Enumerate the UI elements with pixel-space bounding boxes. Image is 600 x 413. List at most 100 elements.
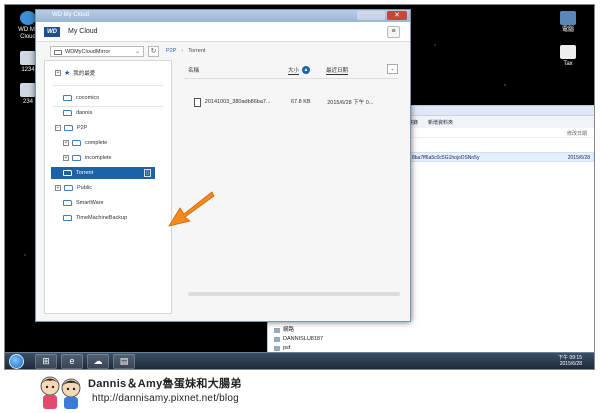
clock-date: 2015/6/28 (559, 361, 582, 367)
chevron-right-icon: › (181, 48, 184, 54)
wd-logo: WD (44, 27, 60, 37)
folder-icon (72, 140, 81, 146)
blog-url[interactable]: http://dannisamy.pixnet.net/blog (92, 393, 239, 404)
new-folder-menu[interactable]: 新增資料夾 (428, 119, 453, 128)
file-list-pane: 名稱 大小 ▲ 最近日期 ⌄ 20141003_380adb86ba7... 6… (180, 60, 406, 314)
taskbar-wdcloud-button[interactable]: ☁ (87, 354, 109, 369)
device-select[interactable]: WDMyCloudMirror ⌄ (50, 46, 144, 57)
minimize-maximize-buttons[interactable] (357, 11, 385, 20)
file-icon (194, 97, 201, 107)
sidebar-item-timemachinebackup[interactable]: TimeMachineBackup (45, 212, 171, 224)
column-header-name[interactable]: 名稱 (188, 64, 199, 76)
navigation-bar: WDMyCloudMirror ⌄ ↻ P2P › Torrent (36, 42, 410, 60)
sidebar-item-label: P2P (77, 125, 88, 131)
app-body: + ★ 我的最愛 cocomico dannis − P2P + complet… (36, 60, 410, 322)
folder-icon (72, 155, 81, 161)
sidebar-item-smartware[interactable]: SmartWare (45, 197, 171, 209)
breadcrumb-torrent: Torrent (188, 48, 206, 54)
sidebar-item-label: cocomico (76, 95, 100, 101)
sidebar-item-favorites[interactable]: + ★ 我的最愛 (45, 67, 171, 79)
file-icon (560, 45, 576, 59)
breadcrumb: P2P › Torrent (166, 48, 205, 54)
collapse-toggle[interactable]: − (55, 125, 61, 131)
device-name: WDMyCloudMirror (65, 49, 111, 55)
taskbar-ie-button[interactable]: e (61, 354, 83, 369)
tree-item-host[interactable]: DANNISLU8187 (274, 335, 323, 344)
tree-item-network[interactable]: 網路 (274, 326, 323, 335)
sidebar-item-complete[interactable]: + complete (45, 137, 171, 149)
hamburger-menu-button[interactable]: ≡ (387, 26, 400, 38)
taskbar: ⊞ e ☁ ▤ 下午 09:15 2015/6/28 (5, 352, 594, 369)
wd-cloud-icon (20, 11, 36, 25)
explorer-file-date: 2015/6/28 (567, 155, 590, 161)
wd-mycloud-window[interactable]: WD My Cloud ✕ WD My Cloud ≡ WDMyCloudMir… (35, 9, 411, 322)
taskbar-folder-button[interactable]: ▤ (113, 354, 135, 369)
sort-up-icon: ▲ (302, 66, 311, 74)
column-header-label: 名稱 (188, 68, 200, 74)
blog-caption: Dannis＆Amy魯蛋妹和大腸弟 http://dannisamy.pixne… (0, 371, 600, 413)
tree-item-label: DANNISLU8187 (283, 336, 324, 342)
drive-icon (20, 51, 36, 65)
file-size: 67.8 KB (290, 99, 311, 105)
sidebar-item-label: complete (85, 140, 108, 146)
column-header-modified[interactable]: 最近日期 (326, 64, 349, 76)
column-header-label: 大小 (288, 67, 300, 75)
column-header-size[interactable]: 大小 ▲ (288, 64, 311, 76)
breadcrumb-p2p[interactable]: P2P (166, 48, 176, 54)
expand-toggle[interactable]: + (55, 185, 61, 191)
trash-icon[interactable]: ▯ (144, 169, 151, 177)
window-title: WD My Cloud (52, 12, 90, 18)
system-clock[interactable]: 下午 09:15 2015/6/28 (558, 355, 582, 367)
folder-icon (63, 200, 72, 206)
desktop-icon-computer[interactable]: 電腦 (551, 11, 585, 34)
desktop-icon-label: 1234 (21, 67, 35, 73)
explorer-file-name: 8ba7ff6a5c0c5G1hojoDSNn5y (412, 155, 480, 161)
explorer-tree: 網路 DANNISLU8187 psf (274, 326, 323, 353)
tree-item-label: 網路 (283, 327, 295, 333)
computer-icon (274, 337, 280, 342)
sidebar-item-dannis[interactable]: dannis (45, 107, 171, 119)
desktop-icon-label: 電腦 (561, 27, 574, 33)
taskbar-explorer-button[interactable]: ⊞ (35, 354, 57, 369)
sidebar-item-label: 我的最愛 (73, 71, 96, 77)
computer-icon (274, 346, 280, 351)
sidebar-item-label: dannis (76, 110, 93, 116)
sidebar-item-cocomico[interactable]: cocomico (45, 92, 171, 104)
sidebar-item-label: Torrent (76, 170, 94, 176)
sidebar-item-torrent[interactable]: Torrent ▯ (51, 167, 155, 179)
start-button[interactable] (9, 354, 24, 369)
column-header-label: 最近日期 (326, 67, 349, 75)
file-row[interactable]: 20141003_380adb86ba7... 67.8 KB 2015/6/2… (194, 95, 394, 109)
file-modified: 2015/6/28 下午 0... (327, 100, 374, 106)
drive-icon (54, 50, 62, 55)
star-icon: ★ (64, 70, 71, 77)
sidebar-item-label: incomplete (85, 155, 112, 161)
sidebar-item-p2p[interactable]: − P2P (45, 122, 171, 134)
folder-icon (64, 125, 73, 131)
folder-icon (63, 95, 72, 101)
window-titlebar[interactable]: WD My Cloud ✕ (36, 10, 410, 22)
divider (53, 85, 163, 86)
expand-toggle[interactable]: + (63, 140, 69, 146)
refresh-button[interactable]: ↻ (148, 46, 159, 57)
desktop-icon-label: 234 (22, 99, 33, 105)
folder-icon (63, 215, 72, 221)
desktop-icon-tax[interactable]: Tax (551, 45, 585, 68)
expand-toggle[interactable]: + (63, 155, 69, 161)
close-button[interactable]: ✕ (387, 11, 407, 20)
drive-icon (20, 83, 36, 97)
folder-icon (64, 185, 73, 191)
network-icon (274, 328, 280, 333)
sidebar-item-public[interactable]: + Public (45, 182, 171, 194)
sidebar-item-label: SmartWare (76, 200, 104, 206)
app-name: My Cloud (68, 28, 98, 35)
sidebar-item-incomplete[interactable]: + incomplete (45, 152, 171, 164)
app-header: WD My Cloud ≡ (36, 22, 410, 42)
explorer-file-row[interactable]: 8ba7ff6a5c0c5G1hojoDSNn5y 2015/6/28 (408, 152, 594, 162)
column-options-button[interactable]: ⌄ (387, 64, 398, 74)
divider (184, 78, 398, 79)
blog-title: Dannis＆Amy魯蛋妹和大腸弟 (88, 378, 242, 390)
horizontal-scrollbar[interactable] (188, 292, 400, 296)
expand-toggle[interactable]: + (55, 70, 61, 76)
sidebar-item-label: Public (77, 185, 92, 191)
